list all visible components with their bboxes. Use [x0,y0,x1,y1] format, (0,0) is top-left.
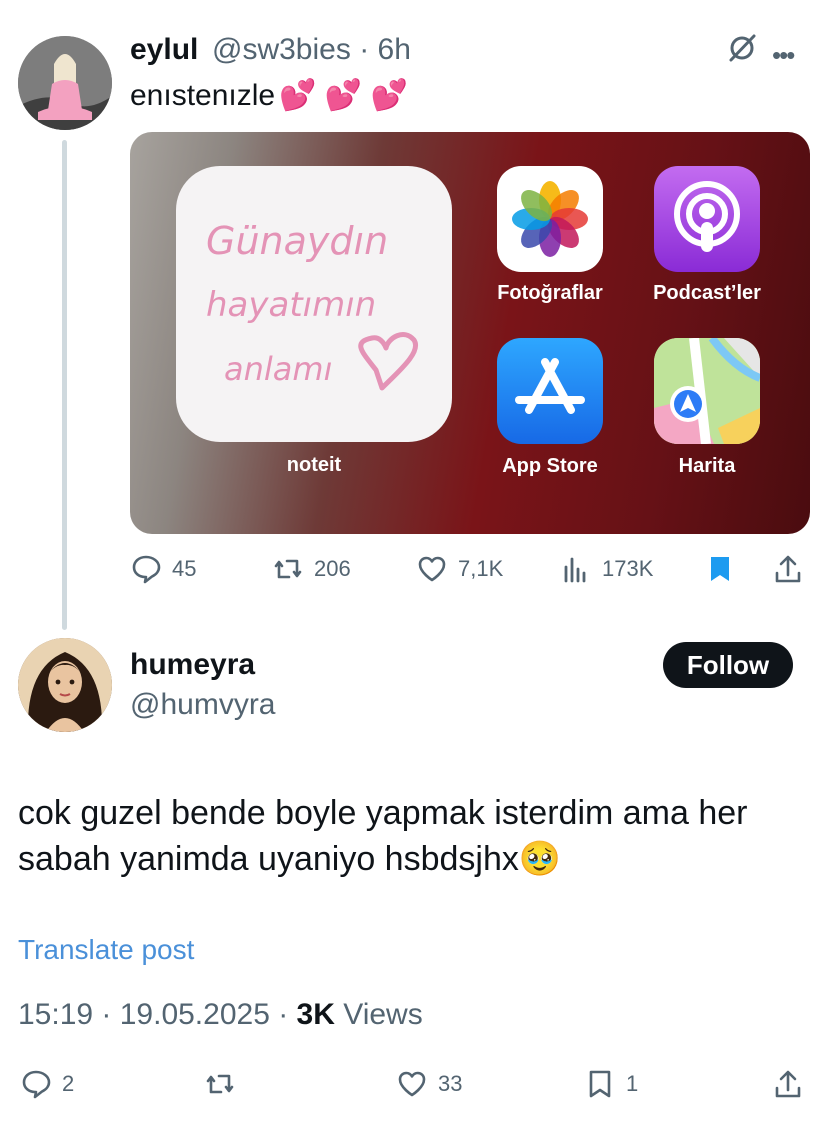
post-text-content: enıstenızle [130,79,276,112]
author-name[interactable]: eylul [130,33,198,67]
bookmark-icon [589,1070,611,1098]
repost-button[interactable]: 206 [272,553,351,585]
post-time[interactable]: · 6h [359,33,411,66]
views-button[interactable]: 173K [560,553,653,585]
reply-like-button[interactable]: 33 [396,1068,462,1100]
translate-post-link[interactable]: Translate post [18,934,194,966]
reply-count: 45 [172,556,197,581]
author-avatar[interactable] [18,36,112,130]
reply-text: cok guzel bende boyle yapmak isterdim am… [18,794,748,878]
views-icon [564,557,586,583]
noteit-widget: Günaydın hayatımın anlamı [176,166,452,442]
views-count-bold: 3K [296,998,335,1031]
views-label: Views [334,998,423,1031]
app-label-podcasts: Podcast’ler [653,282,761,304]
heart-icon [398,1071,426,1097]
reply-button[interactable]: 45 [130,553,196,585]
author-handle[interactable]: @sw3bies [212,33,351,66]
heart-icon [418,556,446,582]
reply-like-count: 33 [438,1071,463,1096]
app-label-app-store: App Store [502,455,598,477]
follow-button[interactable]: Follow [663,642,793,688]
reply-icon [22,1070,51,1099]
thread-line [62,140,67,630]
repost-count: 206 [314,556,351,581]
handwritten-note: Günaydın hayatımın anlamı [206,219,419,391]
heart-emoji: 💕 💕 💕 [279,79,408,112]
app-label-photos: Fotoğraflar [497,282,603,304]
post-text: enıstenızle 💕 💕 💕 [130,78,408,113]
grok-icon[interactable] [726,32,758,64]
podcasts-icon [654,166,760,272]
reply-bookmark-count: 1 [626,1071,639,1096]
views-count: 173K [602,556,654,581]
maps-icon [654,338,760,444]
bookmark-filled-icon [711,557,729,581]
handwriting-line-2: hayatımın [206,285,376,325]
share-icon [775,555,801,583]
author-meta[interactable]: @sw3bies · 6h [212,33,411,67]
repost-icon [206,1074,234,1094]
share-button[interactable] [772,553,804,585]
reply-share-button[interactable] [772,1068,804,1100]
more-icon[interactable]: ••• [772,40,795,71]
reply-icon [132,555,161,584]
reply-author-avatar[interactable] [18,638,112,732]
handwriting-line-3: anlamı [224,350,332,388]
repost-icon [274,559,302,579]
app-store-icon [497,338,603,444]
heart-doodle-icon [358,332,419,391]
bookmark-button[interactable] [704,553,736,585]
post-metadata: 15:19 · 19.05.2025 · 3K Views [18,998,423,1032]
reply-reply-button[interactable]: 2 [20,1068,74,1100]
app-label-maps: Harita [678,455,736,477]
reply-bookmark-button[interactable]: 1 [584,1068,638,1100]
handwriting-line-1: Günaydın [206,219,388,263]
like-button[interactable]: 7,1K [416,553,503,585]
post-timestamp[interactable]: 15:19 · 19.05.2025 · [18,998,297,1031]
reply-author-name[interactable]: humeyra [130,648,255,682]
reply-author-handle[interactable]: @humvyra [130,688,276,722]
widget-label: noteit [286,454,342,476]
photos-icon [497,166,603,272]
like-count: 7,1K [458,556,504,581]
reply-repost-button[interactable] [204,1068,246,1100]
reply-reply-count: 2 [62,1071,75,1096]
share-icon [775,1070,801,1098]
